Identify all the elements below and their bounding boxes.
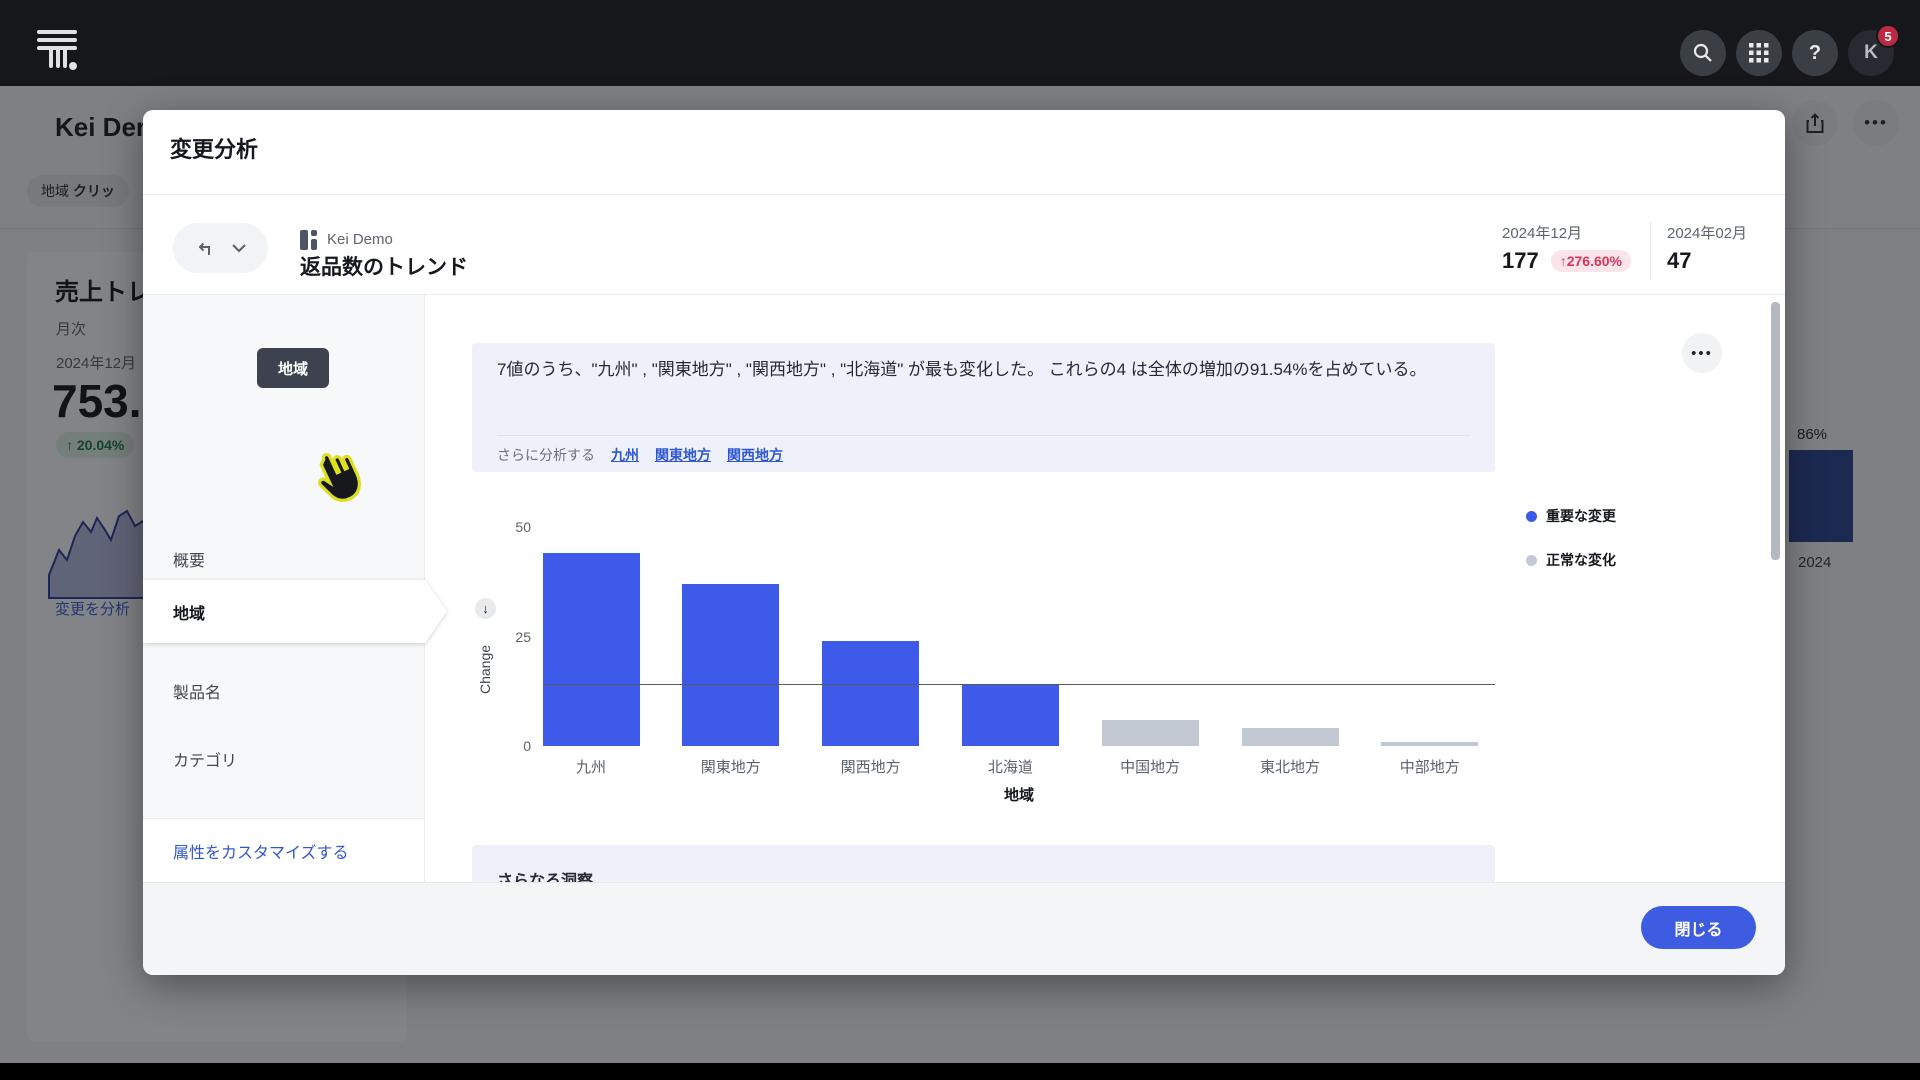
chart-bar-normal[interactable] [1102, 720, 1199, 746]
category-tick-label: 北海道 [940, 756, 1080, 777]
bottom-bar [0, 1063, 1920, 1080]
analyze-link[interactable]: 九州 [611, 445, 639, 465]
period-previous: 2024年02月 47 [1667, 222, 1747, 274]
insight-text: 7値のうち、"九州" , "関東地方" , "関西地方" , "北海道" が最も… [497, 356, 1462, 384]
period-value: 177 [1502, 248, 1539, 274]
chart-plot: 02550 [543, 500, 1495, 746]
app-logo [37, 28, 79, 76]
customize-attributes-section: 属性をカスタマイズする [143, 818, 425, 882]
modal-scrollbar[interactable] [1771, 302, 1780, 560]
help-button[interactable]: ? [1792, 30, 1838, 76]
search-icon [1692, 42, 1714, 64]
search-button[interactable] [1680, 30, 1726, 76]
liveboard-icon [300, 230, 320, 250]
legend-item[interactable]: 重要な変更 [1526, 506, 1616, 526]
chart-bar-significant[interactable] [543, 553, 640, 746]
source-app-name: Kei Demo [327, 231, 393, 248]
period-divider [1650, 222, 1651, 280]
period-change-badge: ↑276.60% [1551, 250, 1631, 272]
chart-bar-normal[interactable] [1381, 742, 1478, 746]
category-tick-label: 東北地方 [1220, 756, 1360, 777]
notification-badge: 5 [1876, 24, 1900, 48]
mouse-cursor-icon [310, 450, 366, 510]
chart-bar-normal[interactable] [1242, 728, 1339, 746]
y-axis-tick: 25 [491, 629, 531, 645]
insight-more-button[interactable]: ••• [1682, 333, 1722, 373]
analyze-further-label: さらに分析する [497, 445, 595, 465]
avatar-initial: K [1864, 42, 1878, 64]
category-tick-label: 関東地方 [661, 756, 801, 777]
legend-label: 重要な変更 [1546, 506, 1616, 526]
analyze-link[interactable]: 関東地方 [655, 445, 711, 465]
sidebar-item[interactable]: カテゴリ [173, 747, 237, 771]
apps-grid-icon [1749, 43, 1769, 63]
chevron-down-icon [231, 243, 247, 253]
legend-label: 正常な変化 [1546, 550, 1616, 570]
screen: ? K 5 Kei Demo 地域 クリッ 売上トレ 月次 2024年12月 7… [0, 0, 1920, 1080]
chart-bar-significant[interactable] [962, 685, 1059, 746]
sidebar-item[interactable]: 製品名 [173, 679, 221, 703]
period-value: 47 [1667, 248, 1691, 274]
sidebar-item[interactable]: 概要 [173, 547, 205, 571]
change-analysis-modal: 変更分析 Kei Demo 返品数のトレンド 2024年12月 177 ↑276… [143, 110, 1785, 975]
period-label: 2024年12月 [1502, 222, 1631, 243]
modal-header-divider [143, 194, 1785, 195]
modal-footer: 閉じる [143, 882, 1785, 975]
x-axis-label: 地域 [543, 784, 1495, 805]
modal-title: 変更分析 [170, 132, 258, 164]
user-avatar[interactable]: K 5 [1848, 30, 1894, 76]
source-metric-title: 返品数のトレンド [300, 251, 468, 281]
chart-bar-significant[interactable] [822, 641, 919, 746]
reference-line [543, 684, 1495, 685]
top-navbar: ? K 5 [0, 0, 1920, 86]
legend-item[interactable]: 正常な変化 [1526, 550, 1616, 570]
category-tick-label: 関西地方 [801, 756, 941, 777]
period-current: 2024年12月 177 ↑276.60% [1502, 222, 1631, 274]
sidebar-item-label: 地域 [143, 580, 447, 643]
back-arrow-icon [194, 237, 216, 259]
sidebar-tooltip: 地域 [257, 348, 329, 388]
category-tick-label: 九州 [521, 756, 661, 777]
insight-box: 7値のうち、"九州" , "関東地方" , "関西地方" , "北海道" が最も… [472, 343, 1495, 472]
chart-legend: 重要な変更正常な変化 [1526, 506, 1616, 594]
more-dots-icon: ••• [1691, 345, 1713, 362]
close-button[interactable]: 閉じる [1641, 906, 1756, 949]
sort-descending-icon[interactable]: ↓ [475, 598, 496, 619]
y-axis-tick: 50 [491, 519, 531, 535]
sidebar-item-selected[interactable]: 地域 [143, 580, 447, 643]
legend-dot-icon [1526, 555, 1537, 566]
analyze-further-row: さらに分析する 九州関東地方関西地方 [497, 445, 783, 465]
customize-attributes-link[interactable]: 属性をカスタマイズする [173, 839, 349, 863]
analyze-link[interactable]: 関西地方 [727, 445, 783, 465]
legend-dot-icon [1526, 511, 1537, 522]
back-button-group[interactable] [173, 223, 268, 273]
category-tick-label: 中部地方 [1360, 756, 1500, 777]
help-icon: ? [1809, 42, 1821, 65]
period-label: 2024年02月 [1667, 222, 1747, 243]
y-axis-tick: 0 [491, 738, 531, 754]
apps-button[interactable] [1736, 30, 1782, 76]
chart-bar-significant[interactable] [682, 584, 779, 746]
category-tick-label: 中国地方 [1080, 756, 1220, 777]
insight-divider [497, 435, 1470, 436]
chart-category-row: 九州関東地方関西地方北海道中国地方東北地方中部地方 [543, 756, 1495, 776]
